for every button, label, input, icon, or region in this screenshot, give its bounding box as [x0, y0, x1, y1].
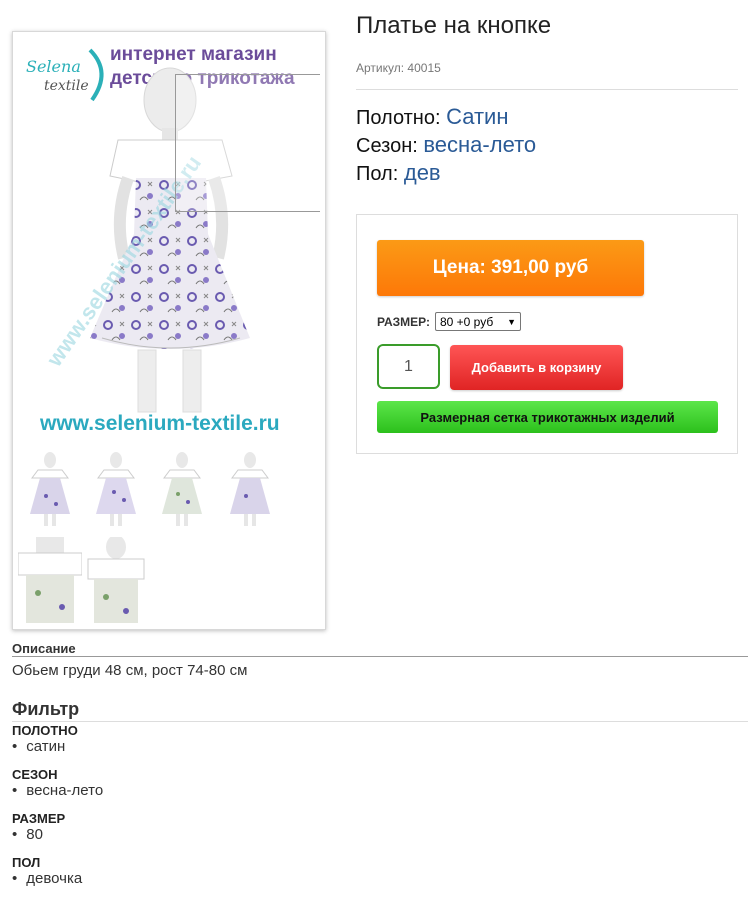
divider: [12, 721, 748, 722]
attribute-fabric: Полотно: Сатин: [356, 104, 509, 130]
attribute-link[interactable]: дев: [404, 160, 441, 185]
price-display: Цена: 391,00 руб: [377, 240, 644, 296]
product-title: Платье на кнопке: [356, 12, 552, 39]
site-url-watermark: www.selenium-textile.ru: [39, 412, 280, 435]
size-chart-button[interactable]: Размерная сетка трикотажных изделий: [377, 401, 718, 433]
filter-group-label: СЕЗОН: [12, 767, 58, 782]
attribute-label: Полотно:: [356, 107, 441, 129]
watermark-line1: интернет магазин: [110, 44, 277, 65]
size-row: РАЗМЕР: 80 +0 руб ▼: [377, 312, 521, 331]
attribute-label: Пол:: [356, 163, 399, 185]
logo-text: Selena: [26, 57, 81, 76]
attribute-link[interactable]: Сатин: [446, 104, 508, 129]
divider: [356, 89, 738, 90]
attribute-gender: Пол: дев: [356, 160, 441, 186]
size-select[interactable]: 80 +0 руб ▼: [434, 312, 521, 331]
attribute-link[interactable]: весна-лето: [423, 132, 536, 157]
filter-heading: Фильтр: [12, 699, 80, 719]
attribute-season: Сезон: весна-лето: [356, 132, 536, 158]
description-text: Обьем груди 48 см, рост 74-80 см: [12, 662, 248, 679]
buy-box: Цена: 391,00 руб РАЗМЕР: 80 +0 руб ▼ 1 Д…: [356, 214, 738, 454]
filter-group-label: РАЗМЕР: [12, 811, 66, 826]
quantity-input[interactable]: 1: [377, 344, 440, 389]
filter-item[interactable]: весна-лето: [12, 782, 103, 799]
thumbnail-1[interactable]: [18, 446, 82, 532]
main-product-image[interactable]: Selena textile интернет магазин детского…: [18, 38, 320, 438]
size-label: РАЗМЕР:: [377, 314, 430, 329]
zoom-lens[interactable]: [175, 74, 320, 212]
add-to-cart-button[interactable]: Добавить в корзину: [450, 345, 623, 390]
thumbnail-3[interactable]: [150, 446, 214, 532]
description-heading: Описание: [12, 641, 76, 656]
thumbnail-6[interactable]: [84, 537, 148, 623]
size-selected-value: 80 +0 руб: [439, 314, 494, 329]
filter-item[interactable]: девочка: [12, 870, 82, 887]
thumbnail-2[interactable]: [84, 446, 148, 532]
filter-group-label: ПОЛОТНО: [12, 723, 78, 738]
product-gallery: Selena textile интернет магазин детского…: [12, 31, 326, 630]
filter-item[interactable]: 80: [12, 826, 43, 843]
sku-label: Артикул:: [356, 61, 405, 75]
thumbnail-5[interactable]: [18, 537, 82, 623]
thumbnail-4[interactable]: [216, 446, 280, 532]
product-sku: Артикул: 40015: [356, 61, 441, 75]
sku-value: 40015: [407, 61, 441, 75]
chevron-down-icon: ▼: [507, 316, 516, 327]
filter-item[interactable]: сатин: [12, 738, 65, 755]
logo-subtext: textile: [44, 78, 89, 94]
filter-group-label: ПОЛ: [12, 855, 41, 870]
divider: [12, 656, 748, 657]
attribute-label: Сезон:: [356, 135, 418, 157]
